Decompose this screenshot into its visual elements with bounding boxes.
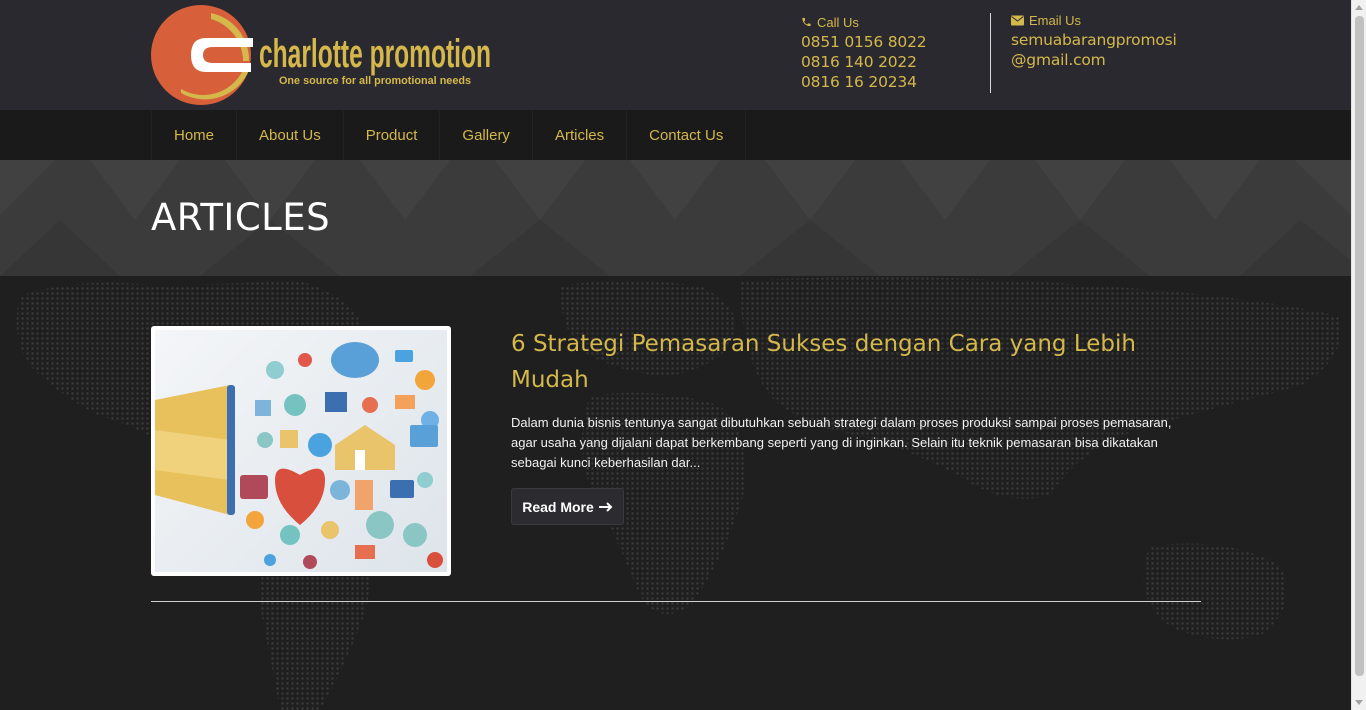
page-title: ARTICLES bbox=[151, 196, 331, 239]
article-separator bbox=[151, 601, 1201, 602]
article-title[interactable]: 6 Strategi Pemasaran Sukses dengan Cara … bbox=[511, 326, 1201, 398]
nav-item-product[interactable]: Product bbox=[344, 110, 441, 160]
page: charlotte promotion One source for all p… bbox=[0, 0, 1351, 710]
header-divider bbox=[990, 13, 991, 93]
scroll-up-arrow-icon[interactable] bbox=[1355, 5, 1363, 10]
svg-text:One source for all promotional: One source for all promotional needs bbox=[279, 75, 471, 87]
phone-icon bbox=[802, 17, 811, 27]
article-image bbox=[155, 330, 447, 572]
envelope-icon bbox=[1011, 15, 1024, 25]
read-more-button[interactable]: Read More bbox=[511, 488, 624, 525]
top-header: charlotte promotion One source for all p… bbox=[0, 0, 1351, 110]
nav-item-articles[interactable]: Articles bbox=[533, 110, 628, 160]
main-navbar: Home About Us Product Gallery Articles C… bbox=[0, 110, 1351, 160]
logo[interactable]: charlotte promotion One source for all p… bbox=[151, 5, 496, 105]
scroll-down-arrow-icon[interactable] bbox=[1355, 700, 1363, 705]
nav-item-about-us[interactable]: About Us bbox=[237, 110, 344, 160]
email-address-line1[interactable]: semuabarangpromosi bbox=[1011, 30, 1201, 50]
megaphone-social-media-icon bbox=[155, 342, 443, 569]
scroll-thumb[interactable] bbox=[1355, 16, 1364, 676]
nav-list: Home About Us Product Gallery Articles C… bbox=[151, 110, 747, 160]
phone-number-1[interactable]: 0851 0156 8022 bbox=[801, 32, 981, 52]
article-thumbnail[interactable] bbox=[151, 326, 451, 576]
email-us-label: Email Us bbox=[1011, 12, 1201, 28]
svg-text:charlotte promotion: charlotte promotion bbox=[259, 32, 491, 76]
email-address-line2[interactable]: @gmail.com bbox=[1011, 50, 1201, 70]
arrow-right-icon bbox=[598, 501, 613, 512]
nav-item-contact-us[interactable]: Contact Us bbox=[627, 110, 747, 160]
call-us-label: Call Us bbox=[801, 14, 981, 30]
contact-call: Call Us 0851 0156 8022 0816 140 2022 081… bbox=[801, 14, 981, 92]
scrollbar[interactable] bbox=[1351, 0, 1366, 710]
article-excerpt: Dalam dunia bisnis tentunya sangat dibut… bbox=[511, 415, 1172, 470]
contact-email: Email Us semuabarangpromosi @gmail.com bbox=[1011, 12, 1201, 70]
nav-item-gallery[interactable]: Gallery bbox=[440, 110, 533, 160]
phone-number-3[interactable]: 0816 16 20234 bbox=[801, 72, 981, 92]
nav-item-home[interactable]: Home bbox=[151, 110, 238, 160]
phone-number-2[interactable]: 0816 140 2022 bbox=[801, 52, 981, 72]
read-more-label: Read More bbox=[522, 498, 594, 515]
